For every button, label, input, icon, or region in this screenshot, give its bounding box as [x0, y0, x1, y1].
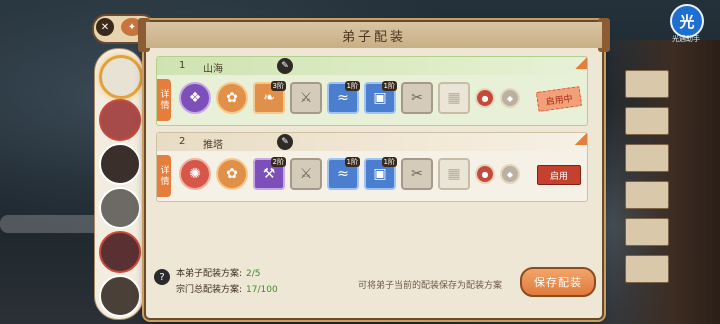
sword-icon[interactable]: ⚔ [290, 82, 322, 114]
chest-icon[interactable]: ✿ [216, 82, 248, 114]
loadout-number: 2 [179, 136, 186, 147]
fish-icon[interactable]: ≈1阶 [327, 157, 360, 190]
loadout-row[interactable]: 2 推塔 ✎ 详情 ✺ ✿ ⚒ 2阶 ⚔ ≈1阶 ▣ 1阶 ✂ ▦ ● ◆ 启用 [156, 132, 588, 202]
tier-badge: 1阶 [344, 157, 360, 167]
edit-icon[interactable]: ✎ [277, 58, 293, 74]
side-tab[interactable] [625, 70, 669, 98]
loadout-name: 推塔 [203, 140, 223, 151]
blade-icon[interactable]: ✂ [401, 82, 433, 114]
locked-chest-icon[interactable]: ▦ [438, 82, 470, 114]
back-icon[interactable]: ✕ [96, 18, 114, 36]
panel-footer: ? 本弟子配装方案: 2/5 宗门总配装方案: 17/100 可将弟子当前的配装保存… [154, 266, 596, 314]
locked-chest-icon[interactable]: ▦ [438, 158, 470, 190]
character-avatar[interactable] [99, 275, 141, 317]
loadout-panel: 弟子配装 1 山海 ✎ 详情 ❖ ✿ ❧ 3阶 ⚔ ≈1阶 ▣ 1阶 ✂ ▦ ● ◆… [138, 18, 610, 318]
side-tab[interactable] [625, 181, 669, 209]
side-tab[interactable] [625, 255, 669, 283]
sect-loadout-label: 宗门总配装方案: [176, 285, 243, 295]
character-avatar[interactable] [99, 231, 141, 273]
side-tab[interactable] [625, 218, 669, 246]
chest-icon[interactable]: ✿ [216, 158, 248, 190]
disciple-loadout-count: 本弟子配装方案: 2/5 [176, 266, 261, 279]
character-avatar[interactable] [99, 143, 141, 185]
loadout-number: 1 [179, 60, 186, 71]
loadout-name: 山海 [203, 64, 223, 75]
equipment-slots: ✺ ✿ ⚒ 2阶 ⚔ ≈1阶 ▣ 1阶 ✂ ▦ ● ◆ [179, 157, 520, 191]
save-loadout-button[interactable]: 保存配装 [520, 267, 596, 297]
chest-icon[interactable]: ▣ 1阶 [364, 81, 397, 114]
character-avatar[interactable] [99, 55, 143, 99]
character-list [94, 48, 144, 320]
tier-badge: 2阶 [270, 157, 286, 167]
blade-icon[interactable]: ✂ [401, 158, 433, 190]
tier-badge: 1阶 [381, 157, 397, 167]
gem-icon[interactable]: ● [475, 88, 495, 108]
corner-app-caption: 光遇助手 [672, 35, 700, 43]
disciple-loadout-value: 2/5 [246, 269, 261, 279]
detail-tab[interactable]: 详情 [157, 155, 171, 197]
disciple-loadout-label: 本弟子配装方案: [176, 269, 243, 279]
tier-badge: 1阶 [344, 81, 360, 91]
loadout-row[interactable]: 1 山海 ✎ 详情 ❖ ✿ ❧ 3阶 ⚔ ≈1阶 ▣ 1阶 ✂ ▦ ● ◆ 启用中 [156, 56, 588, 126]
tier-badge: 1阶 [381, 81, 397, 91]
panel-title: 弟子配装 [146, 22, 602, 48]
row-corner-flag [575, 57, 587, 69]
enable-button[interactable]: 启用 [537, 165, 581, 185]
sword-icon[interactable]: ⚔ [290, 158, 322, 190]
gem-icon[interactable]: ● [475, 164, 495, 184]
edit-icon[interactable]: ✎ [277, 134, 293, 150]
side-tab[interactable] [625, 144, 669, 172]
equipment-slots: ❖ ✿ ❧ 3阶 ⚔ ≈1阶 ▣ 1阶 ✂ ▦ ● ◆ [179, 81, 520, 115]
phoenix-icon[interactable]: ✺ [179, 158, 211, 190]
character-avatar[interactable] [99, 99, 141, 141]
help-icon[interactable]: ? [154, 269, 170, 285]
save-hint: 可将弟子当前的配装保存为配装方案 [358, 281, 503, 291]
corner-app-icon[interactable]: 光 [670, 4, 704, 38]
row-corner-flag [575, 133, 587, 145]
detail-tab[interactable]: 详情 [157, 79, 171, 121]
sect-loadout-value: 17/100 [246, 285, 278, 295]
in-use-stamp: 启用中 [535, 86, 583, 112]
character-avatar[interactable] [99, 187, 141, 229]
hammer-icon[interactable]: ⚒ 2阶 [253, 157, 286, 190]
tier-badge: 3阶 [270, 81, 286, 91]
gem-empty-icon[interactable]: ◆ [500, 88, 520, 108]
gem-empty-icon[interactable]: ◆ [500, 164, 520, 184]
sect-loadout-count: 宗门总配装方案: 17/100 [176, 282, 278, 295]
side-tab[interactable] [625, 107, 669, 135]
fish-icon[interactable]: ≈1阶 [327, 81, 360, 114]
chest-icon[interactable]: ▣ 1阶 [364, 157, 397, 190]
scroll-icon[interactable]: ❧ 3阶 [253, 81, 286, 114]
side-tab-group [625, 70, 669, 292]
dragon-icon[interactable]: ❖ [179, 82, 211, 114]
